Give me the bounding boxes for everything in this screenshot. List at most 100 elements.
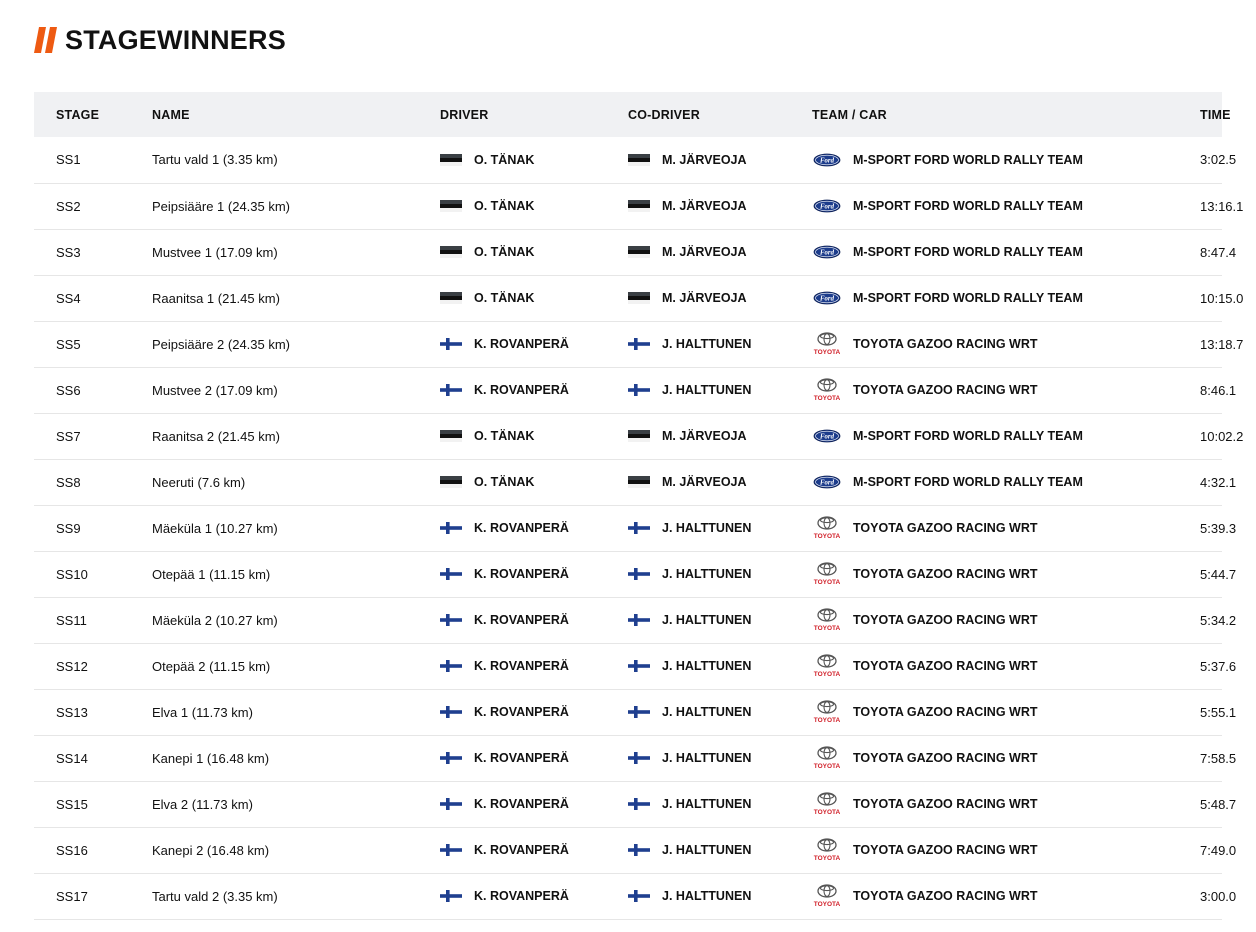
co-driver-name: M. JÄRVEOJA: [662, 152, 747, 167]
stage-name-cell: Mustvee 2 (17.09 km): [152, 367, 440, 414]
stage-name-cell: Neeruti (7.6 km): [152, 459, 440, 506]
table-row: SS9 Mäeküla 1 (10.27 km) K. ROVANPERÄ J. HA…: [34, 505, 1236, 552]
finland-flag-icon: [628, 660, 650, 672]
svg-text:Ford: Ford: [820, 295, 835, 302]
team-cell: Ford M-SPORT FORD WORLD RALLY TEAM: [812, 183, 1200, 230]
toyota-logo-icon: TOYOTA: [812, 837, 842, 863]
toyota-logo-icon: TOYOTA: [812, 377, 842, 403]
team-cell: TOYOTA TOYOTA GAZOO RACING WRT: [812, 781, 1200, 828]
stage-cell: SS16: [34, 827, 152, 874]
stage-name-cell: Mustvee 1 (17.09 km): [152, 229, 440, 276]
team-cell: Ford M-SPORT FORD WORLD RALLY TEAM: [812, 413, 1200, 460]
stage-cell: SS12: [34, 643, 152, 690]
column-header-time: TIME: [1200, 107, 1231, 122]
finland-flag-icon: [440, 798, 462, 810]
driver-name: K. ROVANPERÄ: [474, 659, 569, 673]
team-cell: Ford M-SPORT FORD WORLD RALLY TEAM: [812, 275, 1200, 322]
driver-cell: K. ROVANPERÄ: [440, 873, 628, 920]
driver-name: K. ROVANPERÄ: [474, 383, 569, 397]
toyota-logo-icon: TOYOTA: [812, 745, 842, 771]
svg-text:TOYOTA: TOYOTA: [814, 349, 841, 356]
time-cell: 13:18.7: [1200, 321, 1243, 368]
team-name: TOYOTA GAZOO RACING WRT: [853, 567, 1038, 581]
co-driver-cell: M. JÄRVEOJA: [628, 275, 812, 322]
time-cell: 5:44.7: [1200, 551, 1236, 598]
column-header-driver: DRIVER: [440, 107, 489, 122]
driver-cell: O. TÄNAK: [440, 183, 628, 230]
co-driver-name: M. JÄRVEOJA: [662, 245, 747, 259]
stage-cell: SS17: [34, 873, 152, 920]
team-cell: Ford M-SPORT FORD WORLD RALLY TEAM: [812, 137, 1200, 184]
table-row: SS8 Neeruti (7.6 km) O. TÄNAK M. JÄRVEOJA Fo…: [34, 459, 1236, 506]
stage-name-cell: Tartu vald 2 (3.35 km): [152, 873, 440, 920]
finland-flag-icon: [628, 844, 650, 856]
stage-cell: SS5: [34, 321, 152, 368]
estonia-flag-icon: [440, 292, 462, 304]
team-cell: TOYOTA TOYOTA GAZOO RACING WRT: [812, 321, 1200, 368]
time-cell: 5:39.3: [1200, 505, 1236, 552]
team-name: TOYOTA GAZOO RACING WRT: [853, 889, 1038, 903]
driver-name: K. ROVANPERÄ: [474, 521, 569, 535]
time-cell: 8:46.1: [1200, 367, 1236, 414]
stage-name-cell: Otepää 1 (11.15 km): [152, 551, 440, 598]
time-cell: 10:02.2: [1200, 413, 1243, 460]
stage-name-cell: Peipsiääre 1 (24.35 km): [152, 183, 440, 230]
estonia-flag-icon: [440, 153, 462, 166]
stage-cell: SS11: [34, 597, 152, 644]
time-cell: 4:32.1: [1200, 459, 1236, 506]
time-cell: 5:48.7: [1200, 781, 1236, 828]
driver-cell: K. ROVANPERÄ: [440, 735, 628, 782]
co-driver-name: J. HALTTUNEN: [662, 889, 752, 903]
finland-flag-icon: [628, 706, 650, 718]
ford-logo-icon: Ford: [812, 193, 842, 219]
toyota-logo-icon: TOYOTA: [812, 515, 842, 541]
team-name: M-SPORT FORD WORLD RALLY TEAM: [853, 475, 1083, 489]
page: STAGEWINNERS STAGE NAME DRIVER CO-DRIVER…: [0, 0, 1256, 932]
finland-flag-icon: [628, 614, 650, 626]
stage-cell: SS3: [34, 229, 152, 276]
time-cell: 8:47.4: [1200, 229, 1236, 276]
co-driver-cell: J. HALTTUNEN: [628, 367, 812, 414]
team-cell: TOYOTA TOYOTA GAZOO RACING WRT: [812, 689, 1200, 736]
toyota-logo-icon: TOYOTA: [812, 607, 842, 633]
toyota-logo-icon: TOYOTA: [812, 883, 842, 909]
driver-name: O. TÄNAK: [474, 152, 535, 167]
table-row: SS11 Mäeküla 2 (10.27 km) K. ROVANPERÄ J. H…: [34, 597, 1236, 644]
estonia-flag-icon: [628, 430, 650, 442]
stage-cell: SS1: [34, 137, 152, 184]
driver-name: K. ROVANPERÄ: [474, 797, 569, 811]
column-header-name: NAME: [152, 107, 190, 122]
team-name: TOYOTA GAZOO RACING WRT: [853, 383, 1038, 397]
team-name: TOYOTA GAZOO RACING WRT: [853, 705, 1038, 719]
team-name: M-SPORT FORD WORLD RALLY TEAM: [853, 152, 1083, 167]
slash-marks-icon: [34, 27, 57, 53]
driver-name: K. ROVANPERÄ: [474, 751, 569, 765]
finland-flag-icon: [628, 752, 650, 764]
finland-flag-icon: [440, 338, 462, 350]
co-driver-name: J. HALTTUNEN: [662, 613, 752, 627]
co-driver-cell: J. HALTTUNEN: [628, 643, 812, 690]
ford-logo-icon: Ford: [812, 147, 842, 173]
driver-name: O. TÄNAK: [474, 245, 535, 259]
table-row: SS7 Raanitsa 2 (21.45 km) O. TÄNAK M. JÄRVE…: [34, 413, 1243, 460]
stage-cell: SS4: [34, 275, 152, 322]
driver-cell: K. ROVANPERÄ: [440, 551, 628, 598]
co-driver-name: M. JÄRVEOJA: [662, 291, 747, 305]
stage-name-cell: Raanitsa 2 (21.45 km): [152, 413, 440, 460]
driver-name: O. TÄNAK: [474, 199, 535, 213]
table-row: SS2 Peipsiääre 1 (24.35 km) O. TÄNAK M. JÄR…: [34, 183, 1243, 230]
stage-name-cell: Elva 1 (11.73 km): [152, 689, 440, 736]
stage-name-cell: Kanepi 2 (16.48 km): [152, 827, 440, 874]
svg-text:TOYOTA: TOYOTA: [814, 533, 841, 540]
stage-cell: SS10: [34, 551, 152, 598]
co-driver-cell: J. HALTTUNEN: [628, 551, 812, 598]
table-row: SS17 Tartu vald 2 (3.35 km) K. ROVANPERÄ J.…: [34, 873, 1236, 920]
driver-cell: K. ROVANPERÄ: [440, 367, 628, 414]
team-name: M-SPORT FORD WORLD RALLY TEAM: [853, 429, 1083, 443]
finland-flag-icon: [628, 568, 650, 580]
table-row: SS16 Kanepi 2 (16.48 km) K. ROVANPERÄ J. HA…: [34, 827, 1236, 874]
team-name: M-SPORT FORD WORLD RALLY TEAM: [853, 245, 1083, 259]
time-cell: 10:15.0: [1200, 275, 1243, 322]
time-cell: 3:00.0: [1200, 873, 1236, 920]
co-driver-cell: M. JÄRVEOJA: [628, 229, 812, 276]
